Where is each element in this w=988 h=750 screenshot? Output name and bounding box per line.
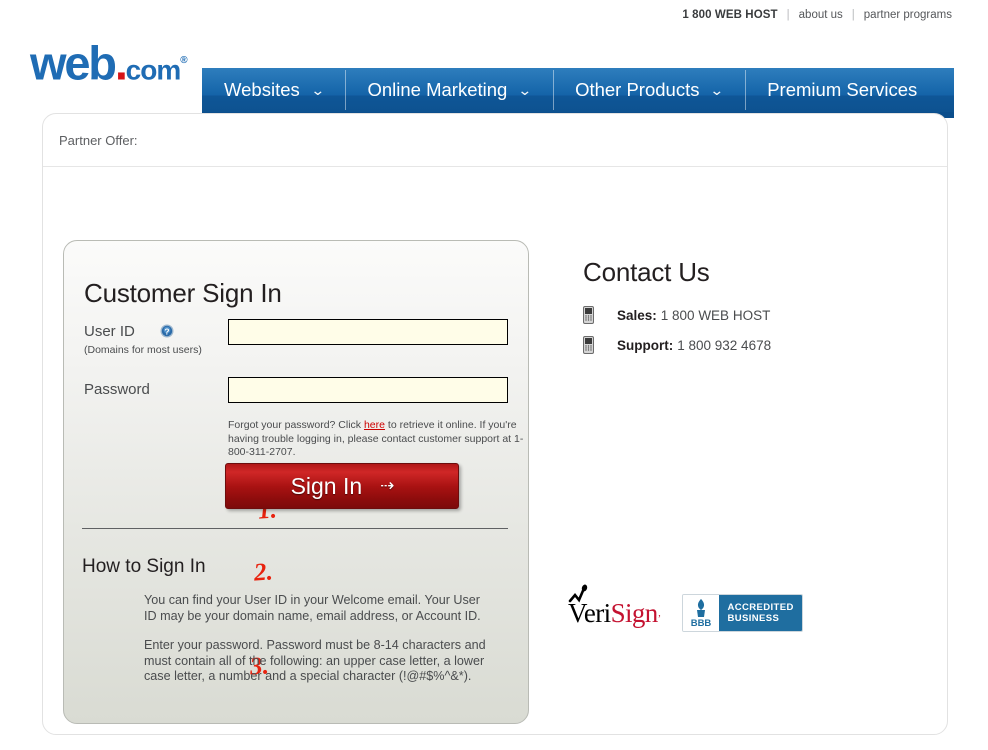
utility-separator-2: | <box>851 9 855 21</box>
password-label: Password <box>84 381 150 398</box>
utility-link-partner-programs[interactable]: partner programs <box>864 9 952 21</box>
bbb-line-accredited: ACCREDITED <box>727 602 794 613</box>
partner-offer-bar: Partner Offer: <box>43 114 947 167</box>
customer-signin-panel: Customer Sign In User ID ? (Domains for … <box>63 240 529 724</box>
forgot-password-link[interactable]: here <box>364 419 385 431</box>
nav-item-websites[interactable]: Websites ⌄ <box>202 68 345 112</box>
userid-label: User ID <box>84 323 135 340</box>
sign-in-button-label: Sign In <box>290 472 363 499</box>
arrow-right-icon: ⇢ <box>380 476 394 495</box>
how-to-paragraph-2: Enter your password. Password must be 8-… <box>144 638 486 683</box>
userid-field-row: User ID ? (Domains for most users) <box>84 319 514 361</box>
how-to-paragraph-1: You can find your User ID in your Welcom… <box>144 593 481 623</box>
contact-row-support: Support: 1 800 932 4678 <box>583 336 903 354</box>
bbb-text-block: ACCREDITED BUSINESS <box>719 595 802 631</box>
bbb-torch-icon: BBB <box>683 595 720 631</box>
logo-word-web: web <box>30 36 117 90</box>
page-container: Partner Offer: Customer Sign In User ID … <box>42 113 948 735</box>
forgot-text-after: to retrieve it online. <box>384 419 477 431</box>
page-title: Customer Sign In <box>84 278 282 309</box>
forgot-text-before: Forgot your password? Click <box>228 419 364 431</box>
main-navigation: Websites ⌄ Online Marketing ⌄ Other Prod… <box>202 68 954 118</box>
userid-sublabel: (Domains for most users) <box>84 344 202 356</box>
logo-registered-mark: ® <box>180 55 188 66</box>
bbb-accredited-business-badge: BBB ACCREDITED BUSINESS <box>682 594 803 632</box>
trust-badges: Veri Sign’ BBB ACCREDITED BUSINESS <box>568 584 803 632</box>
chevron-down-icon: ⌄ <box>710 81 725 98</box>
forgot-password-help: Forgot your password? Click here to retr… <box>228 419 528 460</box>
logo-red-dot: . <box>114 36 128 90</box>
password-field-row: Password <box>84 377 514 419</box>
contact-us-title: Contact Us <box>583 257 710 287</box>
verisign-badge: Veri Sign’ <box>568 584 661 629</box>
nav-item-other-products-label: Other Products <box>575 79 700 100</box>
how-to-sign-in-body: You can find your User ID in your Welcom… <box>144 593 496 699</box>
userid-input[interactable] <box>228 319 508 345</box>
section-divider <box>82 528 508 529</box>
help-circle-icon[interactable]: ? <box>160 324 174 338</box>
contact-sales-value: 1 800 WEB HOST <box>660 307 771 323</box>
annotation-step-2: 2. <box>253 558 274 587</box>
webcom-logo[interactable]: web.com® <box>30 30 188 102</box>
nav-item-premium-services-label: Premium Services <box>767 79 918 100</box>
nav-item-websites-label: Websites <box>224 79 300 100</box>
nav-item-online-marketing-label: Online Marketing <box>367 79 508 100</box>
utility-link-about-us[interactable]: about us <box>799 9 843 21</box>
contact-us-section: Contact Us Sales: 1 800 WEB HOST Support… <box>583 257 903 366</box>
svg-text:BBB: BBB <box>691 618 712 629</box>
contact-sales-label: Sales: <box>617 307 657 323</box>
masthead: web.com® Websites ⌄ Online Marketing ⌄ O… <box>0 30 988 118</box>
chevron-down-icon: ⌄ <box>310 81 325 98</box>
mobile-phone-icon <box>583 336 594 354</box>
utility-bar: 1 800 WEB HOST | about us | partner prog… <box>0 0 988 30</box>
contact-support-value: 1 800 932 4678 <box>677 337 772 353</box>
logo-word-com: com <box>125 54 182 86</box>
utility-separator-1: | <box>786 9 790 21</box>
contact-support-label: Support: <box>617 337 674 353</box>
partner-offer-label: Partner Offer: <box>59 132 138 148</box>
svg-text:?: ? <box>164 326 169 336</box>
contact-row-sales: Sales: 1 800 WEB HOST <box>583 306 903 324</box>
nav-item-premium-services[interactable]: Premium Services <box>745 68 939 112</box>
nav-item-other-products[interactable]: Other Products ⌄ <box>553 68 745 112</box>
how-to-sign-in-title: How to Sign In <box>82 555 206 577</box>
chevron-down-icon: ⌄ <box>517 81 533 98</box>
page-content: Customer Sign In User ID ? (Domains for … <box>43 167 947 735</box>
verisign-check-icon <box>566 584 592 610</box>
verisign-text-sign: Sign <box>610 597 659 628</box>
sign-in-button[interactable]: Sign In ⇢ <box>225 463 459 509</box>
nav-item-online-marketing[interactable]: Online Marketing ⌄ <box>345 68 553 112</box>
utility-phone-number: 1 800 WEB HOST <box>682 9 778 21</box>
verisign-trademark: ’ <box>657 613 661 625</box>
password-input[interactable] <box>228 377 508 403</box>
mobile-phone-icon <box>583 306 594 324</box>
bbb-line-business: BUSINESS <box>727 613 780 624</box>
